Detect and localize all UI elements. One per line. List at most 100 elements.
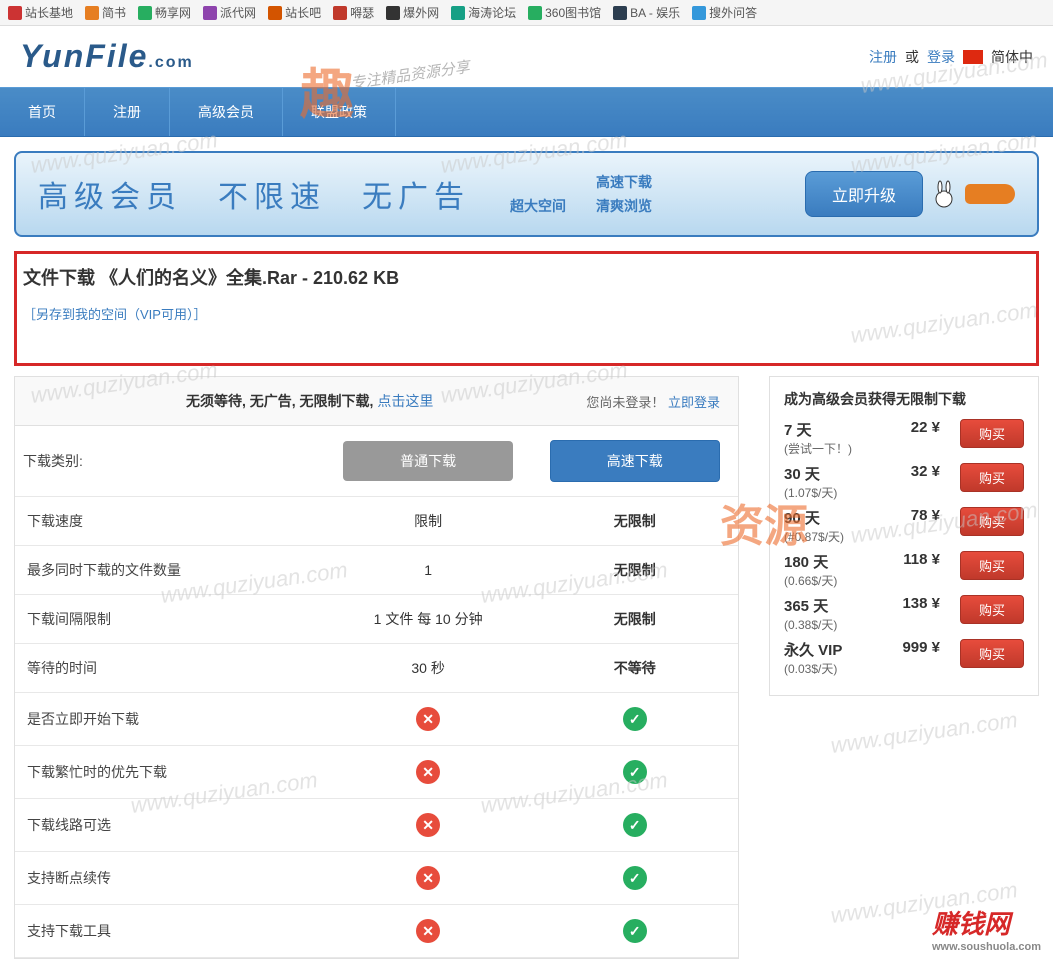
nav-item[interactable]: 高级会员 [170, 88, 283, 136]
vip-plan-row: 90 天(#0.87$/天)78 ¥购买 [784, 507, 1024, 545]
check-icon: ✓ [623, 866, 647, 890]
plan-price: 32 ¥ [890, 463, 940, 480]
bookmark-item[interactable]: 嘚瑟 [333, 4, 374, 21]
lang-text[interactable]: 简体中 [991, 47, 1033, 67]
main-nav: 首页注册高级会员联盟政策 [0, 87, 1053, 137]
top-row: 无须等待, 无广告, 无限制下载, 点击这里 您尚未登录！ 立即登录 [15, 377, 738, 426]
login-now-link[interactable]: 立即登录 [668, 395, 720, 410]
bookmark-favicon [138, 6, 152, 20]
plan-price: 999 ¥ [890, 639, 940, 656]
bookmark-favicon [692, 6, 706, 20]
click-here-link[interactable]: 点击这里 [377, 393, 433, 409]
buy-button[interactable]: 购买 [960, 595, 1024, 624]
nav-item[interactable]: 联盟政策 [283, 88, 396, 136]
check-icon: ✓ [623, 813, 647, 837]
bookmark-item[interactable]: BA - 娱乐 [613, 4, 680, 21]
cross-icon: ✕ [416, 919, 440, 943]
row-label: 下载线路可选 [15, 799, 325, 852]
fast-value: 不等待 [531, 644, 738, 693]
download-type-label: 下载类别: [15, 426, 325, 497]
bookmark-favicon [268, 6, 282, 20]
bookmark-item[interactable]: 站长基地 [8, 4, 73, 21]
normal-download-button[interactable]: 普通下载 [343, 441, 513, 481]
login-status: 您尚未登录！ 立即登录 [586, 392, 720, 411]
bookmark-item[interactable]: 海涛论坛 [451, 4, 516, 21]
logo-text: YunFile [20, 38, 148, 74]
normal-value: ✕ [325, 746, 532, 799]
plan-name: 永久 VIP [784, 639, 884, 660]
bookmark-favicon [528, 6, 542, 20]
save-to-space-link[interactable]: ［另存到我的空间（VIP可用）］ [23, 304, 1030, 323]
flag-icon [963, 50, 983, 64]
register-link[interactable]: 注册 [869, 47, 897, 67]
logo: YunFile.com [20, 38, 194, 75]
table-row: 支持断点续传 ✕ ✓ [15, 852, 738, 905]
vip-plan-row: 7 天(尝试一下！)22 ¥购买 [784, 419, 1024, 457]
plan-sub: (1.07$/天) [784, 484, 884, 501]
row-label: 是否立即开始下载 [15, 693, 325, 746]
cross-icon: ✕ [416, 760, 440, 784]
plan-price: 22 ¥ [890, 419, 940, 436]
bookmark-favicon [8, 6, 22, 20]
bookmark-item[interactable]: 360图书馆 [528, 4, 601, 21]
normal-value: 限制 [325, 497, 532, 546]
buy-button[interactable]: 购买 [960, 639, 1024, 668]
buy-button[interactable]: 购买 [960, 463, 1024, 492]
table-row: 是否立即开始下载✕✓ [15, 693, 738, 746]
cross-icon: ✕ [416, 866, 440, 890]
bookmark-item[interactable]: 派代网 [203, 4, 256, 21]
table-row: 支持下载工具✕✓ [15, 905, 738, 958]
fast-value: ✓ [531, 852, 738, 905]
bookmark-bar: 站长基地简书畅享网派代网站长吧嘚瑟爆外网海涛论坛 360图书馆 BA - 娱乐搜外问… [0, 0, 1053, 26]
promo-banner: 高级会员 不限速 无广告 高速下载 超大空间清爽浏览 立即升级 [14, 151, 1039, 237]
nav-item[interactable]: 首页 [0, 88, 85, 136]
bookmark-item[interactable]: 爆外网 [386, 4, 439, 21]
plan-sub: (0.03$/天) [784, 660, 884, 677]
nav-item[interactable]: 注册 [85, 88, 170, 136]
plan-name: 90 天 [784, 507, 884, 528]
bookmark-favicon [203, 6, 217, 20]
table-row: 等待的时间30 秒不等待 [15, 644, 738, 693]
upgrade-button[interactable]: 立即升级 [805, 171, 923, 217]
plan-sub: (#0.87$/天) [784, 528, 884, 545]
buy-button[interactable]: 购买 [960, 551, 1024, 580]
nowait-prefix: 无须等待, 无广告, 无限制下载, [186, 393, 377, 409]
login-link[interactable]: 登录 [927, 47, 955, 67]
bookmark-item[interactable]: 搜外问答 [692, 4, 757, 21]
check-icon: ✓ [623, 919, 647, 943]
bookmark-item[interactable]: 畅享网 [138, 4, 191, 21]
buy-button[interactable]: 购买 [960, 507, 1024, 536]
bookmark-item[interactable]: 简书 [85, 4, 126, 21]
header: YunFile.com 注册 或 登录 简体中 [0, 26, 1053, 87]
footer-logo: 赚钱网 www.soushuola.com [932, 904, 1041, 953]
table-row: 下载速度限制无限制 [15, 497, 738, 546]
file-title: 文件下载 《人们的名义》全集.Rar - 210.62 KB [23, 264, 1030, 290]
bookmark-item[interactable]: 站长吧 [268, 4, 321, 21]
row-label: 支持断点续传 [15, 852, 325, 905]
fast-download-button[interactable]: 高速下载 [550, 440, 720, 482]
download-buttons-row: 下载类别: 普通下载 高速下载 [15, 426, 738, 497]
bookmark-favicon [85, 6, 99, 20]
row-label: 下载速度 [15, 497, 325, 546]
row-label: 最多同时下载的文件数量 [15, 546, 325, 595]
vip-plans-box: 成为高级会员获得无限制下载 7 天(尝试一下！)22 ¥购买30 天(1.07$… [769, 376, 1039, 696]
plan-sub: (0.38$/天) [784, 616, 884, 633]
vip-plan-row: 永久 VIP(0.03$/天) 999 ¥ 购买 [784, 639, 1024, 677]
buy-button[interactable]: 购买 [960, 419, 1024, 448]
banner-text: 高级会员 不限速 无广告 [38, 172, 470, 216]
bookmark-favicon [613, 6, 627, 20]
carrot-icon [965, 184, 1015, 204]
table-row: 下载间隔限制1 文件 每 10 分钟无限制 [15, 595, 738, 644]
or-text: 或 [905, 47, 919, 67]
fast-value: 无限制 [531, 546, 738, 595]
feature-clean: 清爽浏览 [596, 196, 652, 216]
plan-name: 365 天 [784, 595, 884, 616]
header-right: 注册 或 登录 简体中 [869, 47, 1033, 67]
row-label: 下载间隔限制 [15, 595, 325, 644]
plan-sub: (0.66$/天) [784, 572, 884, 589]
download-table: 下载类别: 普通下载 高速下载 下载速度限制无限制最多同时下载的文件数量1无限制… [15, 426, 738, 958]
plan-price: 118 ¥ [890, 551, 940, 568]
no-wait-text: 无须等待, 无广告, 无限制下载, 点击这里 [33, 391, 586, 411]
feature-space: 超大空间 [510, 196, 566, 216]
file-info-box: 文件下载 《人们的名义》全集.Rar - 210.62 KB ［另存到我的空间（… [14, 251, 1039, 366]
